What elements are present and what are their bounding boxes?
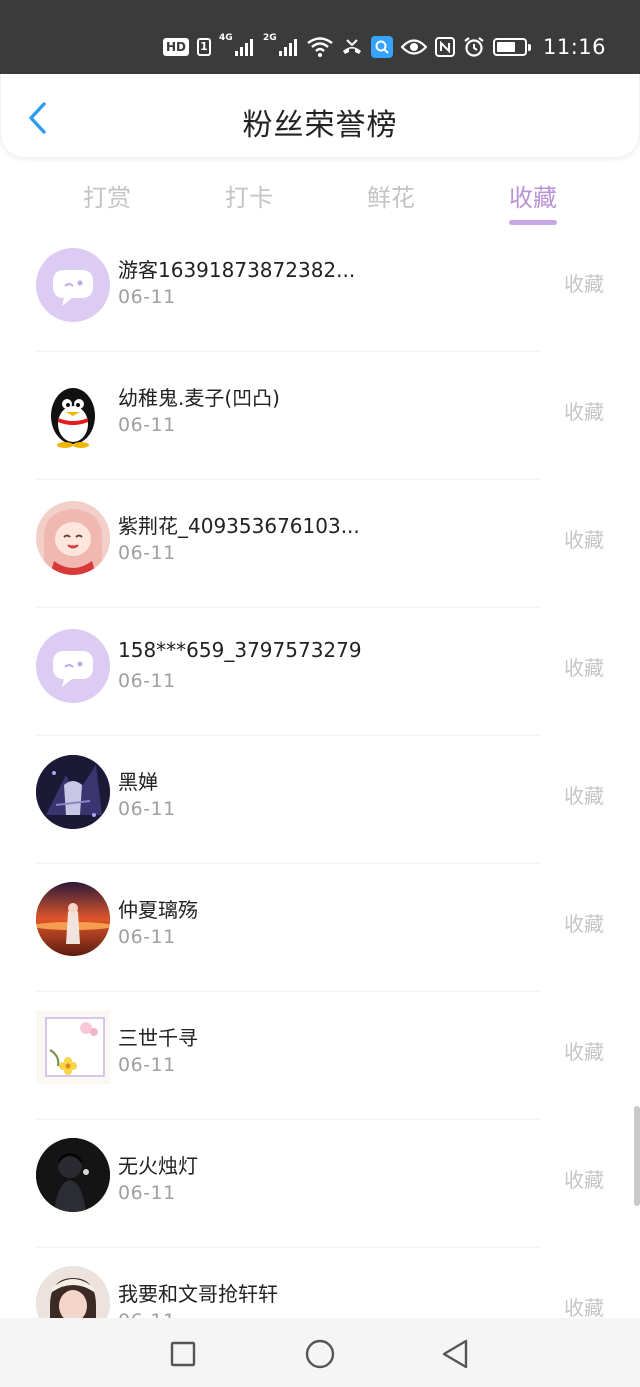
tab-checkin[interactable]: 打卡	[199, 178, 299, 213]
avatar	[36, 882, 110, 956]
fan-date: 06-11	[118, 1054, 176, 1076]
header-bar: 粉丝荣誉榜	[0, 74, 640, 158]
fan-date: 06-11	[118, 670, 176, 692]
signal-2g-icon: 2G	[262, 33, 299, 58]
fan-action-label: 收藏	[564, 272, 604, 296]
clock: 11:16	[542, 35, 606, 59]
divider	[36, 735, 540, 736]
circle-icon	[305, 1339, 335, 1369]
fan-name: 158***659_3797573279	[118, 638, 362, 662]
avatar	[36, 755, 110, 829]
recent-apps-button[interactable]	[165, 1336, 201, 1372]
fan-date: 06-11	[118, 926, 176, 948]
dark-anime-avatar-icon	[36, 755, 110, 829]
list-item[interactable]: 幼稚鬼.麦子(凹凸) 06-11 收藏	[0, 372, 640, 500]
list-item[interactable]: 黑婵 06-11 收藏	[0, 755, 640, 884]
sim-1-badge: 1	[196, 38, 211, 56]
fan-name: 仲夏璃殇	[118, 898, 198, 922]
dark-figure-avatar-icon	[36, 1138, 110, 1212]
missed-call-icon	[341, 36, 363, 58]
list-item[interactable]: 游客16391873872382... 06-11 收藏	[0, 244, 640, 372]
fan-action-label: 收藏	[564, 784, 604, 808]
wifi-icon	[307, 36, 333, 58]
avatar	[36, 248, 110, 322]
hd-badge: HD	[162, 38, 189, 56]
fan-date: 06-11	[118, 286, 176, 308]
default-chat-avatar-icon	[53, 651, 93, 687]
tab-favorites[interactable]: 收藏	[483, 178, 583, 213]
divider	[36, 991, 540, 992]
network-2g-label: 2G	[262, 33, 277, 43]
nfc-icon	[434, 36, 455, 58]
list-item[interactable]: 三世千寻 06-11 收藏	[0, 1010, 640, 1140]
divider	[36, 607, 540, 608]
fan-date: 06-11	[118, 1182, 176, 1204]
default-chat-avatar-icon	[53, 270, 93, 306]
girl-photo-avatar-icon	[36, 1266, 110, 1318]
tab-bar: 打赏 打卡 鲜花 收藏	[0, 170, 640, 230]
fan-date: 06-11	[118, 1310, 176, 1318]
fan-name: 紫荆花_409353676103...	[118, 514, 360, 538]
fan-action-label: 收藏	[564, 1040, 604, 1064]
fan-name: 我要和文哥抢轩轩	[118, 1282, 278, 1306]
fan-action-label: 收藏	[564, 656, 604, 680]
fan-action-label: 收藏	[564, 912, 604, 936]
avatar	[36, 1010, 110, 1084]
fan-name: 无火烛灯	[118, 1154, 198, 1178]
alarm-icon	[463, 36, 485, 58]
avatar	[36, 629, 110, 703]
avatar	[36, 1266, 110, 1318]
divider	[36, 479, 540, 480]
fan-name: 游客16391873872382...	[118, 258, 356, 282]
fan-action-label: 收藏	[564, 1168, 604, 1192]
divider	[36, 1247, 540, 1248]
fan-date: 06-11	[118, 542, 176, 564]
back-nav-button[interactable]	[437, 1336, 473, 1372]
avatar	[36, 501, 110, 575]
list-item[interactable]: 我要和文哥抢轩轩 06-11 收藏	[0, 1266, 640, 1318]
search-app-icon	[370, 36, 393, 58]
avatar	[36, 376, 110, 450]
active-tab-indicator	[509, 220, 557, 225]
signal-4g-icon: 4G	[218, 33, 255, 58]
status-bar: HD 1 4G 2G 11:16	[0, 0, 640, 74]
list-item[interactable]: 仲夏璃殇 06-11 收藏	[0, 882, 640, 1012]
fan-list: 游客16391873872382... 06-11 收藏 幼稚鬼.麦子(凹凸) …	[0, 244, 640, 1318]
list-item[interactable]: 无火烛灯 06-11 收藏	[0, 1138, 640, 1268]
divider	[36, 1119, 540, 1120]
fan-name: 幼稚鬼.麦子(凹凸)	[118, 386, 280, 410]
network-4g-label: 4G	[218, 33, 233, 43]
fan-action-label: 收藏	[564, 400, 604, 424]
eye-icon	[400, 36, 427, 58]
flower-avatar-icon	[45, 1017, 105, 1077]
system-navigation-bar	[0, 1318, 640, 1387]
avatar	[36, 1138, 110, 1212]
anime-girl-avatar-icon	[36, 501, 110, 575]
triangle-back-icon	[442, 1339, 468, 1369]
divider	[36, 863, 540, 864]
square-icon	[170, 1341, 196, 1367]
penguin-avatar-icon	[51, 388, 95, 448]
battery-icon	[492, 36, 531, 58]
home-button[interactable]	[302, 1336, 338, 1372]
sunset-avatar-icon	[36, 882, 110, 956]
fan-date: 06-11	[118, 798, 176, 820]
status-icons: HD 1 4G 2G 11:16	[162, 30, 606, 64]
fan-name: 黑婵	[118, 770, 158, 794]
fan-date: 06-11	[118, 414, 176, 436]
fan-action-label: 收藏	[564, 1296, 604, 1318]
fan-name: 三世千寻	[118, 1026, 198, 1050]
tab-flowers[interactable]: 鲜花	[341, 178, 441, 213]
page-title: 粉丝荣誉榜	[242, 108, 398, 143]
tab-reward[interactable]: 打赏	[57, 178, 157, 213]
list-item[interactable]: 158***659_3797573279 06-11 收藏	[0, 628, 640, 756]
divider	[36, 351, 540, 352]
scrollbar[interactable]	[634, 1106, 640, 1206]
list-item[interactable]: 紫荆花_409353676103... 06-11 收藏	[0, 500, 640, 628]
fan-action-label: 收藏	[564, 528, 604, 552]
